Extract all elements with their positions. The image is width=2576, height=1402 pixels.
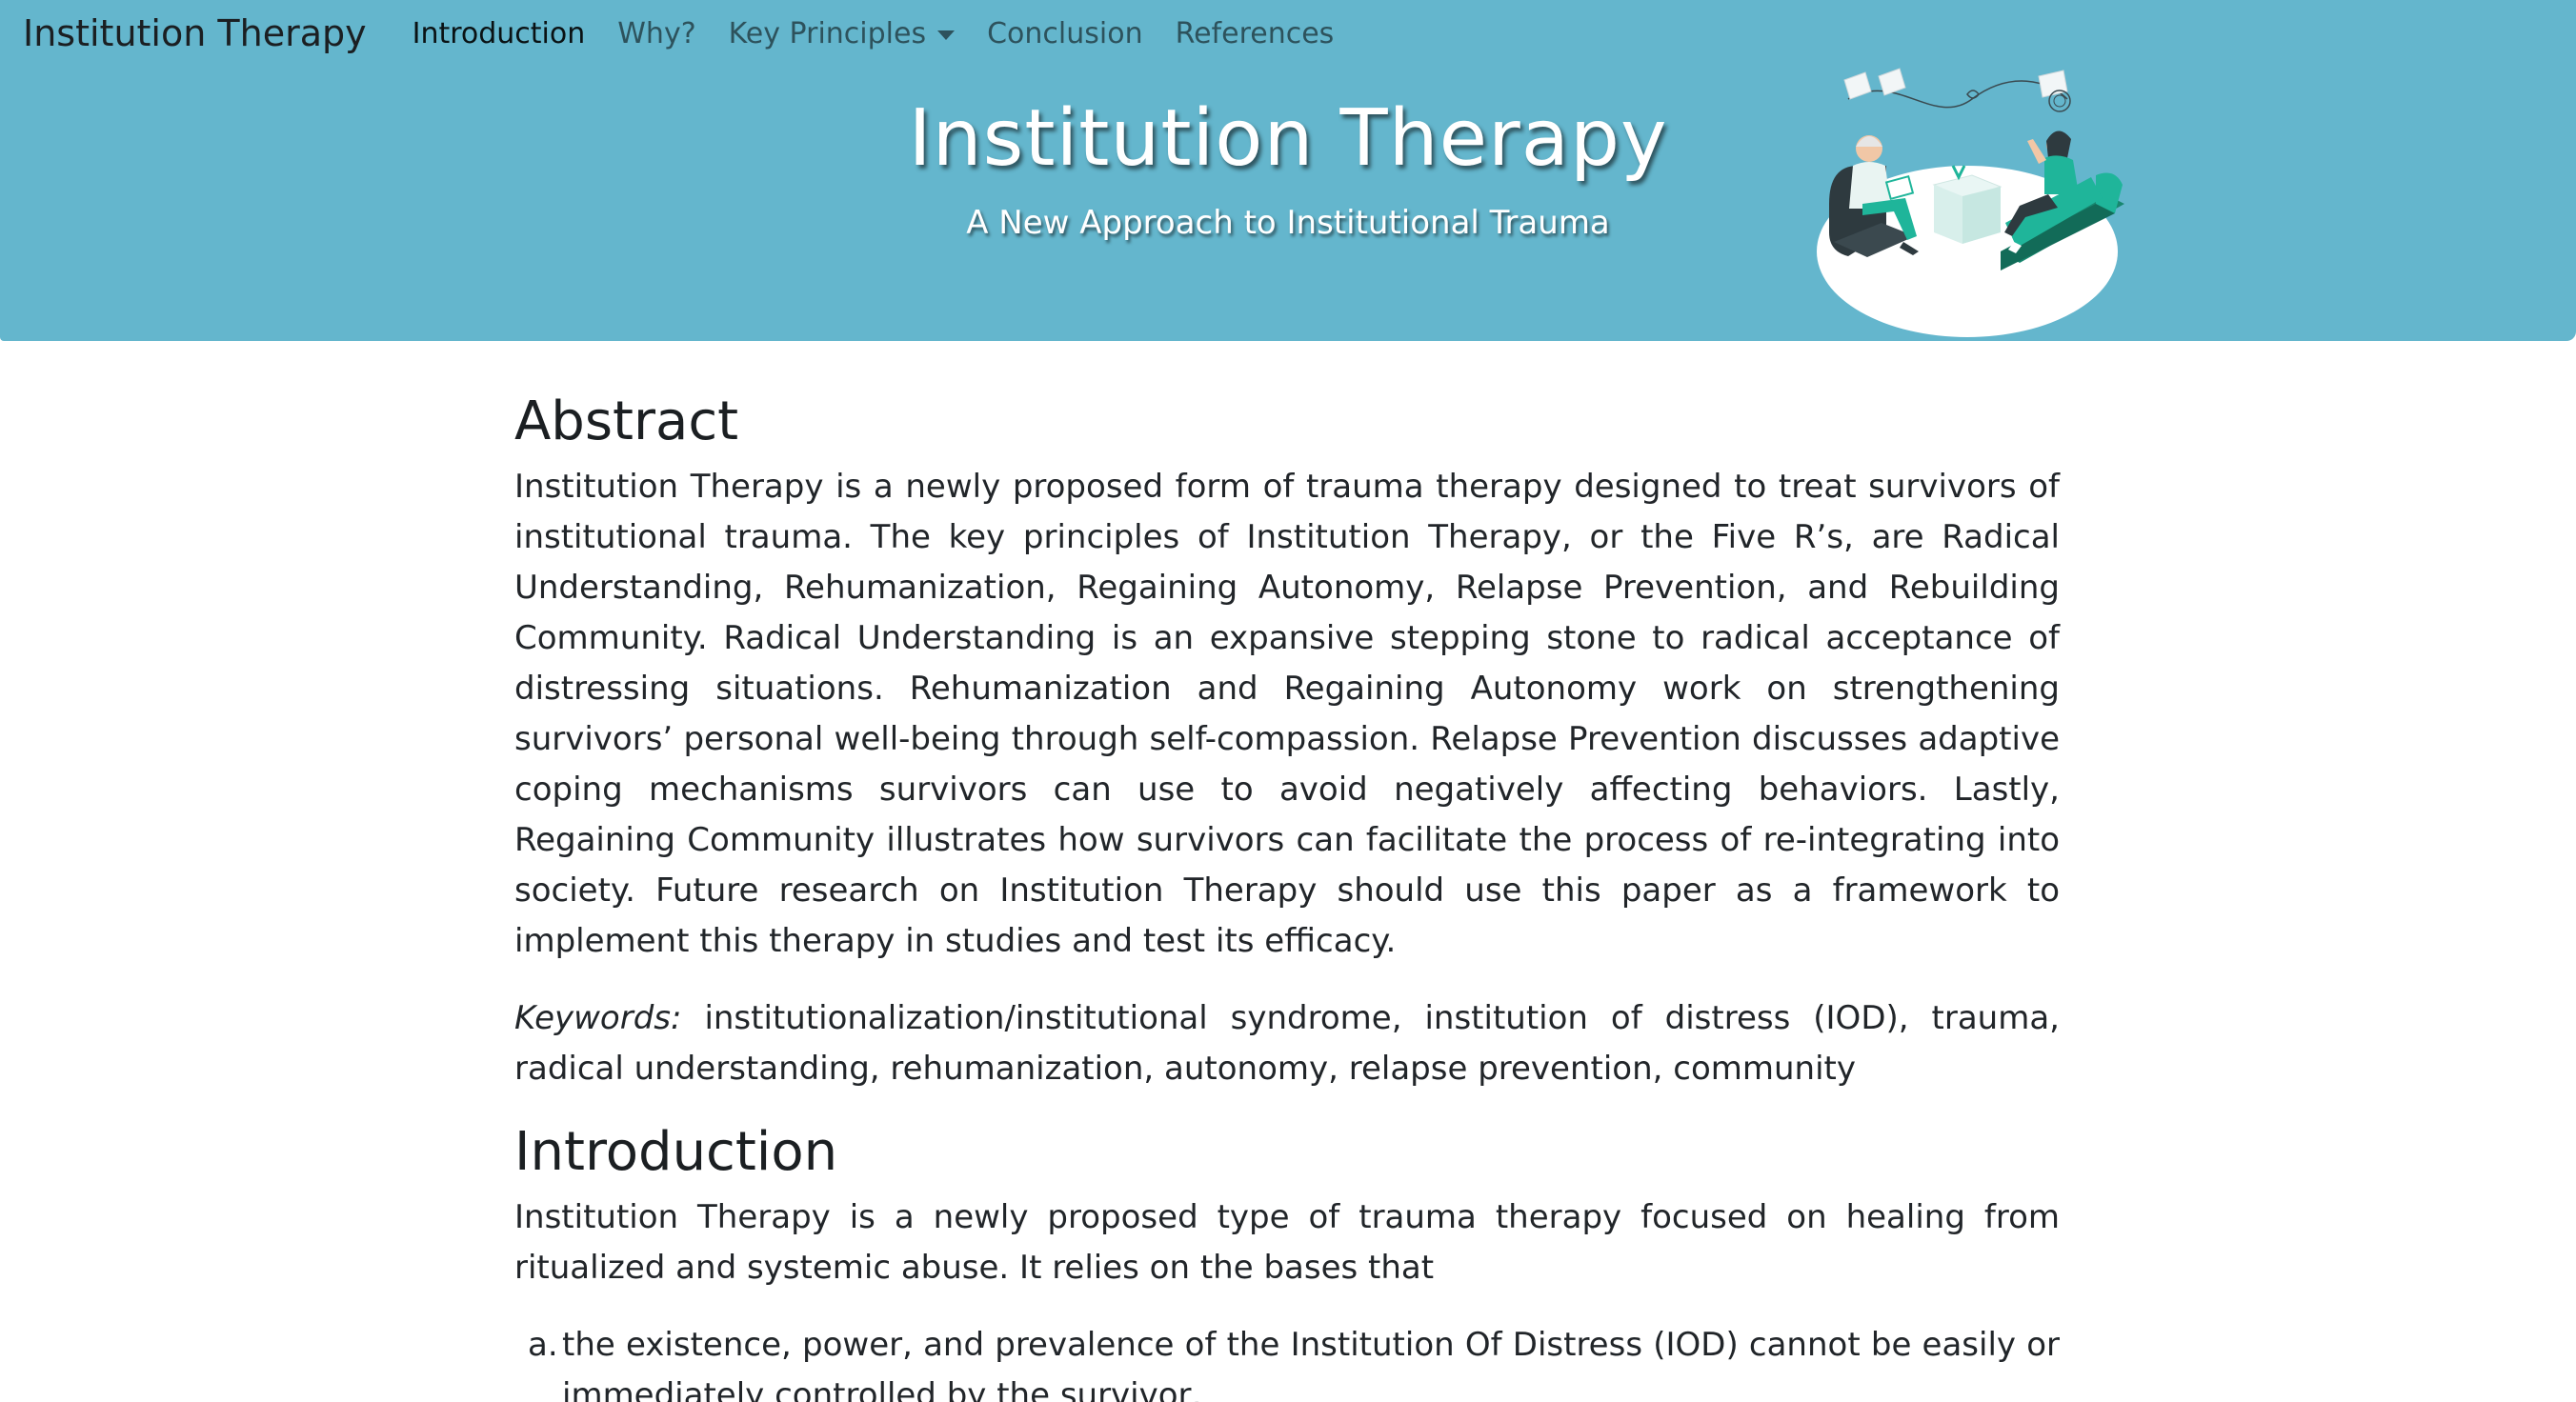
nav-link-label: Why? bbox=[617, 16, 696, 50]
therapy-session-illustration-icon bbox=[1817, 68, 2124, 337]
hero-subtitle: A New Approach to Institutional Trauma bbox=[966, 204, 1610, 242]
abstract-heading: Abstract bbox=[514, 391, 739, 452]
nav-link-label: Key Principles bbox=[728, 16, 927, 50]
caret-down-icon bbox=[937, 30, 956, 40]
header-banner: Institution Therapy Introduction Why? Ke… bbox=[0, 0, 2576, 341]
keywords-list: institutionalization/institutional syndr… bbox=[514, 999, 2060, 1088]
keywords-label: Keywords: bbox=[514, 999, 682, 1037]
nav-link-conclusion[interactable]: Conclusion bbox=[987, 17, 1143, 50]
introduction-section: Introduction Institution Therapy is a ne… bbox=[514, 1121, 2060, 1402]
nav-dropdown-key-principles[interactable]: Key Principles bbox=[728, 16, 956, 50]
nav-link-label: Conclusion bbox=[987, 16, 1143, 50]
introduction-heading: Introduction bbox=[514, 1121, 838, 1183]
list-item: a. the existence, power, and prevalence … bbox=[514, 1320, 2060, 1402]
nav-link-label: Introduction bbox=[412, 16, 586, 50]
article-content: Abstract Institution Therapy is a newly … bbox=[514, 391, 2060, 1402]
page: Institution Therapy Introduction Why? Ke… bbox=[0, 0, 2576, 1402]
keywords-paragraph: Keywords: institutionalization/instituti… bbox=[514, 993, 2060, 1094]
nav-link-label: References bbox=[1175, 16, 1335, 50]
hero-title: Institution Therapy bbox=[908, 93, 1668, 184]
nav-link-introduction[interactable]: Introduction bbox=[413, 17, 586, 50]
navbar: Institution Therapy Introduction Why? Ke… bbox=[23, 0, 1366, 67]
abstract-section: Abstract Institution Therapy is a newly … bbox=[514, 391, 2060, 1094]
nav-link-why[interactable]: Why? bbox=[617, 17, 695, 50]
introduction-body: Institution Therapy is a newly proposed … bbox=[514, 1198, 2060, 1287]
abstract-body: Institution Therapy is a newly proposed … bbox=[514, 468, 2060, 960]
list-marker: a. bbox=[528, 1326, 558, 1364]
introduction-list: a. the existence, power, and prevalence … bbox=[514, 1320, 2060, 1402]
list-item-text: the existence, power, and prevalence of … bbox=[562, 1326, 2060, 1402]
navbar-brand[interactable]: Institution Therapy bbox=[23, 12, 367, 54]
nav-link-references[interactable]: References bbox=[1176, 17, 1335, 50]
